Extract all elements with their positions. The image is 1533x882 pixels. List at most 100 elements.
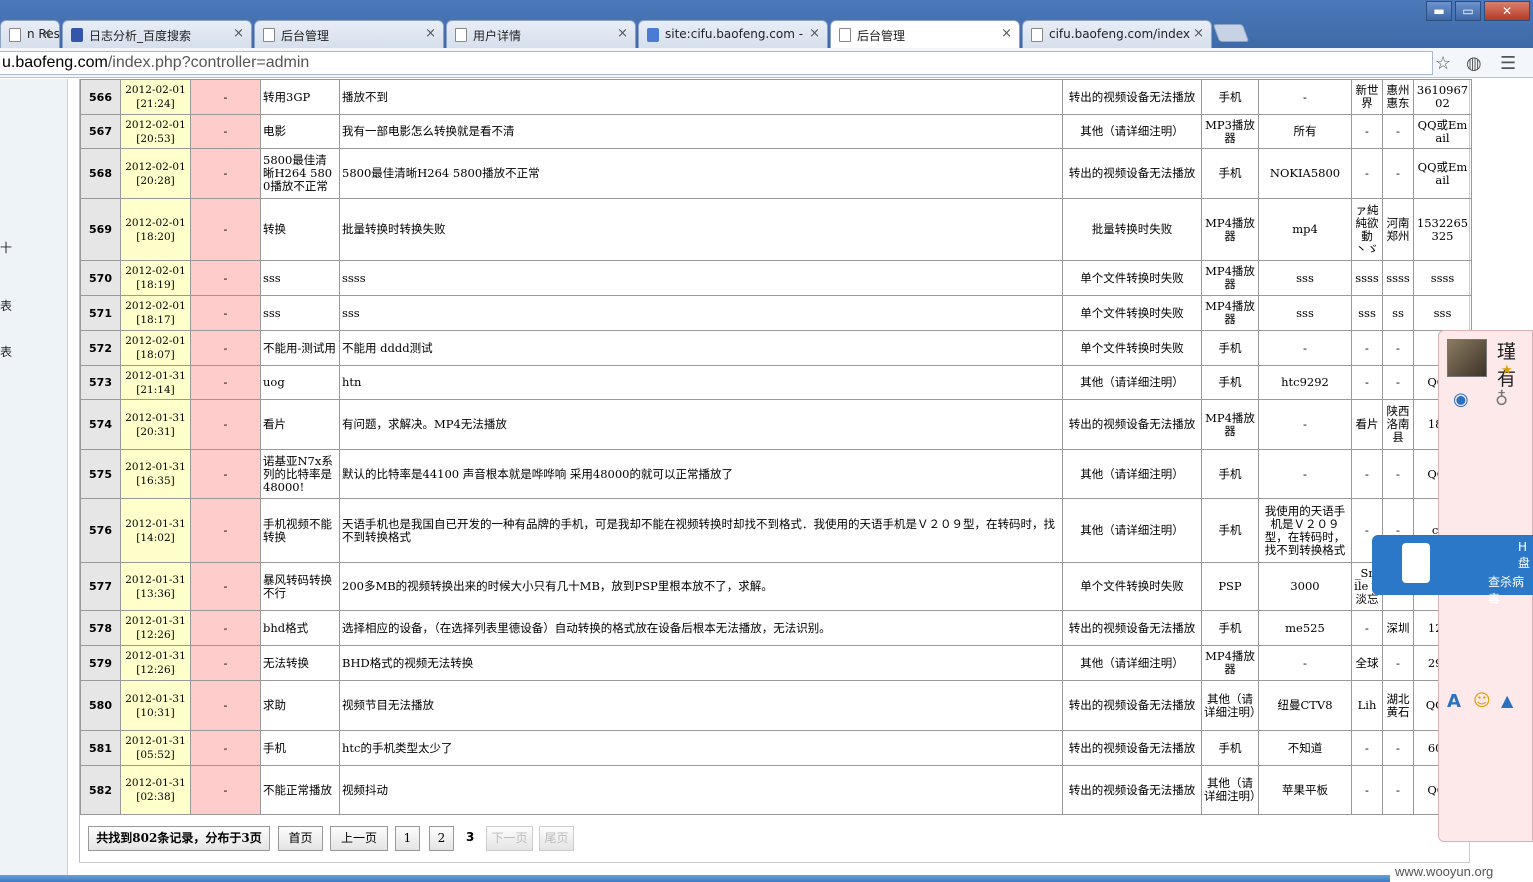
close-icon[interactable]: × xyxy=(41,26,52,41)
tab-label: 日志分析_百度搜索 xyxy=(89,29,192,43)
row-date-time: [02:38] xyxy=(136,791,175,803)
tab-2[interactable]: 后台管理 × xyxy=(254,20,444,48)
row-category: 单个文件转换时失败 xyxy=(1062,330,1202,366)
row-status: - xyxy=(190,645,261,681)
sidebar-item[interactable]: 十 xyxy=(0,239,12,256)
page-2-link[interactable]: 2 xyxy=(429,826,454,851)
row-device: PSP xyxy=(1201,562,1259,611)
new-tab-button[interactable] xyxy=(1212,24,1250,42)
address-bar[interactable]: u.baofeng.com/index.php?controller=admin xyxy=(0,51,1433,75)
close-window-button[interactable]: ✕ xyxy=(1484,1,1530,21)
row-title: bhd格式 xyxy=(260,610,340,646)
row-status: - xyxy=(190,498,261,563)
row-date: 2012-02-01 [21:24] xyxy=(120,79,191,115)
row-model: 纽曼CTV8 xyxy=(1258,680,1352,731)
minimize-button[interactable]: ▬ xyxy=(1426,1,1452,21)
watermark: www.wooyun.org xyxy=(1395,864,1494,879)
tab-1[interactable]: 日志分析_百度搜索 × xyxy=(62,20,252,48)
prev-page-button[interactable]: 上一页 xyxy=(330,826,388,851)
row-model: - xyxy=(1258,79,1352,115)
row-region: 全球 xyxy=(1351,645,1383,681)
row-device: 手机 xyxy=(1201,330,1259,366)
avatar[interactable] xyxy=(1447,339,1487,377)
row-category: 其他（请详细注明） xyxy=(1062,114,1202,149)
table-row: 579 2012-01-31 [12:26] - 无法转换 BHD格式的视频无法转换 其他（… xyxy=(80,645,1472,681)
row-region: ssss xyxy=(1351,260,1383,296)
extension-globe-icon[interactable]: ◍ xyxy=(1466,53,1482,74)
row-title: 暴风转码转换不行 xyxy=(260,562,340,611)
font-icon[interactable]: A xyxy=(1447,691,1461,712)
row-status: - xyxy=(190,730,261,766)
left-sidebar: 十 表 表 xyxy=(0,79,68,879)
row-date-time: [12:26] xyxy=(136,629,175,641)
scan-virus-link[interactable]: 查杀病毒 xyxy=(1488,573,1533,607)
close-icon[interactable]: × xyxy=(617,26,628,41)
row-date: 2012-01-31 [12:26] xyxy=(120,610,191,646)
row-region: - xyxy=(1351,148,1383,199)
row-model: NOKIA5800 xyxy=(1258,148,1352,199)
row-city: - xyxy=(1382,148,1414,199)
emoji-icon[interactable]: ☺ xyxy=(1473,691,1491,711)
row-id: 569 xyxy=(80,198,121,261)
row-date-time: [14:02] xyxy=(136,531,175,544)
maximize-button[interactable]: ▭ xyxy=(1455,1,1481,21)
sidebar-item[interactable]: 表 xyxy=(0,297,12,314)
row-status: - xyxy=(190,198,261,261)
row-date-day: 2012-01-31 xyxy=(125,369,186,382)
table-row: 566 2012-02-01 [21:24] - 转用3GP 播放不到 转出的视频设备无法播… xyxy=(80,79,1472,115)
row-title: 求助 xyxy=(260,680,340,731)
menu-icon[interactable]: ☰ xyxy=(1500,53,1516,74)
tab-0[interactable]: n Resu× xyxy=(0,20,60,48)
first-page-button[interactable]: 首页 xyxy=(278,826,323,851)
microphone-icon[interactable]: ♁ xyxy=(1495,389,1508,410)
row-date-time: [18:07] xyxy=(136,349,175,361)
table-row: 567 2012-02-01 [20:53] - 电影 我有一部电影怎么转换就是看不清 其他… xyxy=(80,114,1472,149)
bookmark-star-icon[interactable]: ☆ xyxy=(1435,53,1451,74)
row-model: 苹果平板 xyxy=(1258,765,1352,815)
close-icon[interactable]: × xyxy=(809,26,820,41)
row-date-day: 2012-01-31 xyxy=(125,650,186,662)
close-icon[interactable]: × xyxy=(1001,26,1012,41)
table-row: 576 2012-01-31 [14:02] - 手机视频不能转换 天语手机也是我国自已开… xyxy=(80,498,1472,563)
close-icon[interactable]: × xyxy=(425,26,436,41)
row-city: - xyxy=(1382,330,1414,366)
tab-3[interactable]: 用户详情 × xyxy=(446,20,636,48)
taskbar-edge xyxy=(0,875,1390,882)
row-device: MP4播放器 xyxy=(1201,260,1259,296)
toolbar: u.baofeng.com/index.php?controller=admin xyxy=(0,48,1533,78)
row-status: - xyxy=(190,765,261,815)
row-date: 2012-02-01 [20:53] xyxy=(120,114,191,149)
row-device: 手机 xyxy=(1201,79,1259,115)
row-content: BHD格式的视频无法转换 xyxy=(339,645,1063,681)
row-date-time: [16:35] xyxy=(136,475,175,487)
row-city: - xyxy=(1382,645,1414,681)
camera-icon[interactable]: ◉ xyxy=(1453,389,1469,410)
table-row: 570 2012-02-01 [18:19] - sss ssss 单个文件转换时失败 MP4… xyxy=(80,260,1472,296)
tab-6[interactable]: cifu.baofeng.com/index × xyxy=(1022,20,1212,48)
row-region: - xyxy=(1351,365,1383,400)
row-id: 575 xyxy=(80,449,121,499)
row-model: sss xyxy=(1258,295,1352,331)
row-category: 转出的视频设备无法播放 xyxy=(1062,730,1202,766)
row-model: - xyxy=(1258,449,1352,499)
row-category: 其他（请详细注明） xyxy=(1062,498,1202,563)
row-content: htn xyxy=(339,365,1063,400)
sidebar-item[interactable]: 表 xyxy=(0,343,12,360)
row-id: 574 xyxy=(80,399,121,450)
row-date-time: [21:24] xyxy=(136,98,175,110)
row-device: 手机 xyxy=(1201,148,1259,199)
row-date: 2012-01-31 [21:14] xyxy=(120,365,191,400)
close-icon[interactable]: × xyxy=(233,26,244,41)
tab-4[interactable]: site:cifu.baofeng.com - × xyxy=(638,20,828,48)
shake-icon[interactable]: ▲ xyxy=(1501,691,1513,710)
row-city: 河南郑州 xyxy=(1382,198,1414,261)
row-date-day: 2012-02-01 xyxy=(125,335,186,347)
page-1-link[interactable]: 1 xyxy=(395,826,420,851)
row-date: 2012-02-01 [20:28] xyxy=(120,148,191,199)
row-category: 转出的视频设备无法播放 xyxy=(1062,79,1202,115)
tab-5[interactable]: 后台管理 × xyxy=(830,20,1020,49)
close-icon[interactable]: × xyxy=(1193,26,1204,41)
row-city: ss xyxy=(1382,295,1414,331)
row-contact: sss xyxy=(1413,295,1472,331)
feedback-table: 566 2012-02-01 [21:24] - 转用3GP 播放不到 转出的视频设备无法播… xyxy=(80,79,1472,815)
